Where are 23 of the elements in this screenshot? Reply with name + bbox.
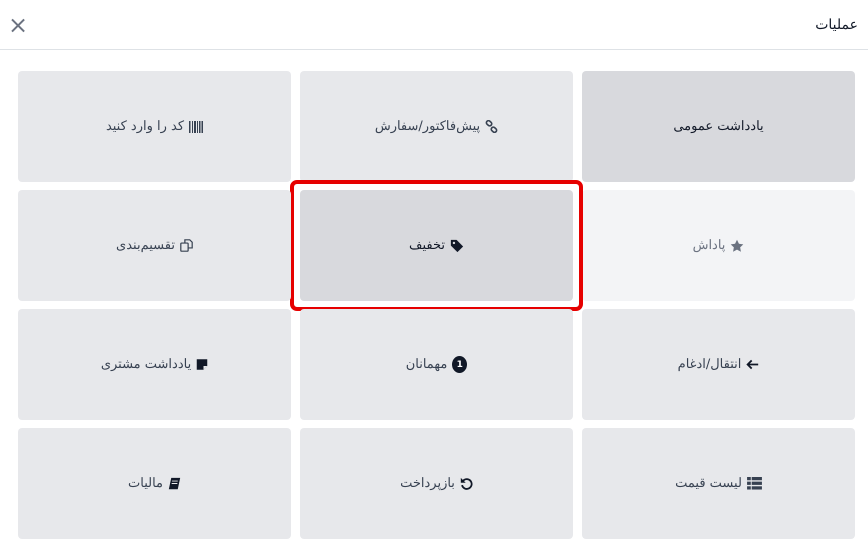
action-button[interactable]: یادداشت مشتری [18,309,291,420]
arrow-left-icon [746,358,760,371]
action-button[interactable]: لیست قیمت [582,428,855,539]
action-button[interactable]: بازپرداخت [300,428,573,539]
undo-icon [460,477,473,490]
action-button[interactable]: انتقال/ادغام [582,309,855,420]
action-button[interactable]: کد را وارد کنید [18,71,291,182]
tag-icon [450,238,464,252]
copy-icon [180,239,193,252]
note-icon [196,358,208,371]
action-button[interactable]: تخفیف [300,190,573,301]
link-icon [485,120,498,133]
barcode-icon [189,120,204,132]
star-icon [730,238,744,252]
dialog-title: عملیات [815,16,858,32]
list-icon [746,477,762,490]
action-button[interactable]: مالیات [18,428,291,539]
action-button[interactable]: یادداشت عمومی [582,71,855,182]
count-badge: 1 [452,356,468,373]
action-button[interactable]: تقسیم‌بندی [18,190,291,301]
close-button[interactable]: × [4,12,32,36]
book-icon [168,477,182,490]
action-button[interactable]: پیش‌فاکتور/سفارش [300,71,573,182]
